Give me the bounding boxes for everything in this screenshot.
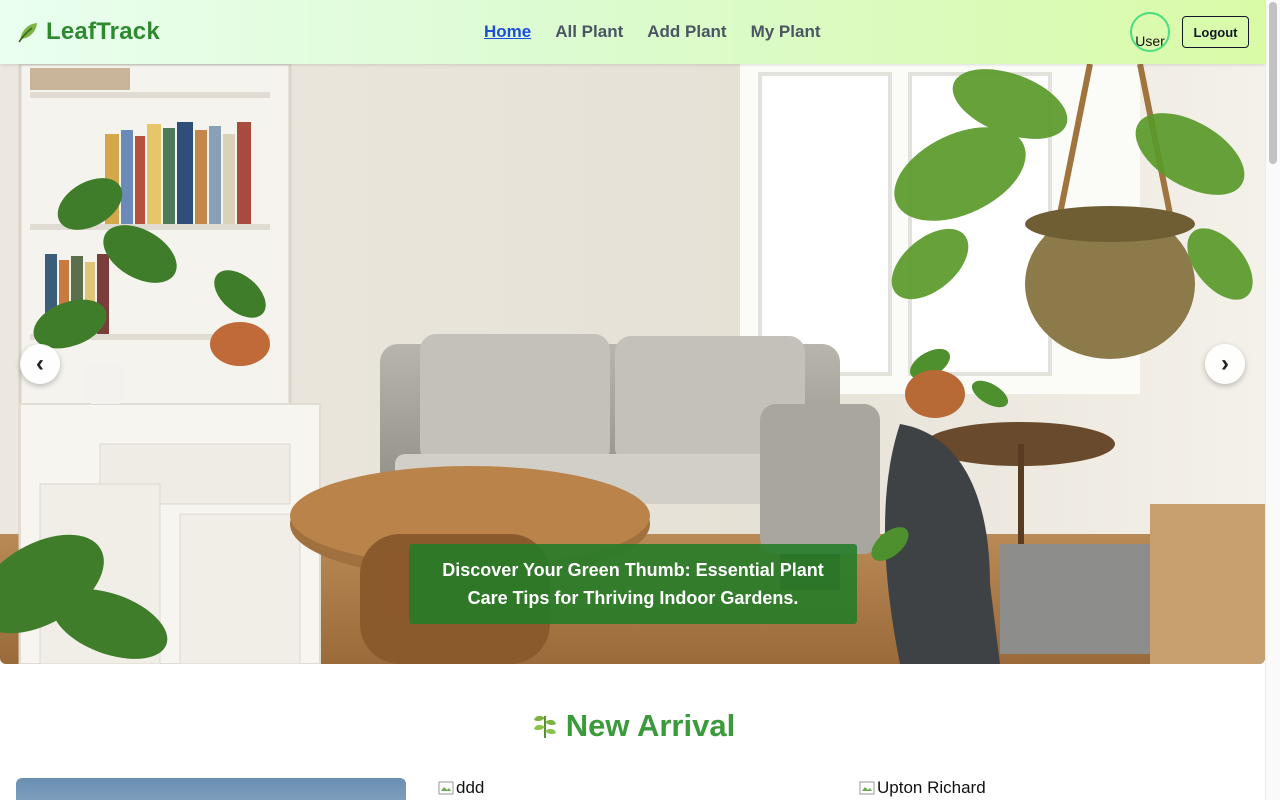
broken-image: Upton Richard bbox=[859, 778, 1249, 798]
leaf-icon bbox=[533, 715, 556, 738]
arrival-card-image[interactable] bbox=[16, 778, 406, 800]
user-avatar[interactable]: User bbox=[1130, 12, 1170, 52]
leaf-icon bbox=[18, 23, 37, 43]
chevron-left-icon: ‹ bbox=[36, 350, 44, 377]
logout-button[interactable]: Logout bbox=[1182, 16, 1249, 48]
nav-link-all-plant[interactable]: All Plant bbox=[555, 22, 623, 42]
brand-name: LeafTrack bbox=[46, 18, 160, 45]
image-alt-text: Upton Richard bbox=[877, 778, 986, 797]
nav-link-my-plant[interactable]: My Plant bbox=[751, 22, 821, 42]
nav-link-home[interactable]: Home bbox=[484, 22, 531, 42]
page-scrollbar[interactable] bbox=[1265, 0, 1280, 800]
chevron-right-icon: › bbox=[1221, 350, 1229, 377]
carousel-prev-button[interactable]: ‹ bbox=[20, 344, 60, 384]
hero-caption: Discover Your Green Thumb: Essential Pla… bbox=[409, 544, 857, 624]
scrollbar-thumb[interactable] bbox=[1269, 2, 1277, 164]
arrival-card[interactable]: Upton Richard bbox=[859, 778, 1249, 800]
carousel-next-button[interactable]: › bbox=[1205, 344, 1245, 384]
broken-image-icon bbox=[859, 781, 875, 795]
navbar: LeafTrack Home All Plant Add Plant My Pl… bbox=[0, 0, 1265, 64]
hero-carousel: ‹ › Discover Your Green Thumb: Essential… bbox=[0, 64, 1265, 664]
broken-image-icon bbox=[438, 781, 454, 795]
main-nav: Home All Plant Add Plant My Plant bbox=[484, 22, 821, 42]
section-title-text: New Arrival bbox=[565, 708, 736, 743]
arrival-card[interactable]: ddd bbox=[438, 778, 828, 800]
broken-image: ddd bbox=[438, 778, 828, 798]
avatar-alt-text: User bbox=[1135, 33, 1165, 49]
nav-link-add-plant[interactable]: Add Plant bbox=[647, 22, 726, 42]
new-arrival-heading: New Arrival bbox=[0, 708, 1265, 744]
brand-logo[interactable]: LeafTrack bbox=[16, 18, 160, 46]
image-alt-text: ddd bbox=[456, 778, 485, 797]
